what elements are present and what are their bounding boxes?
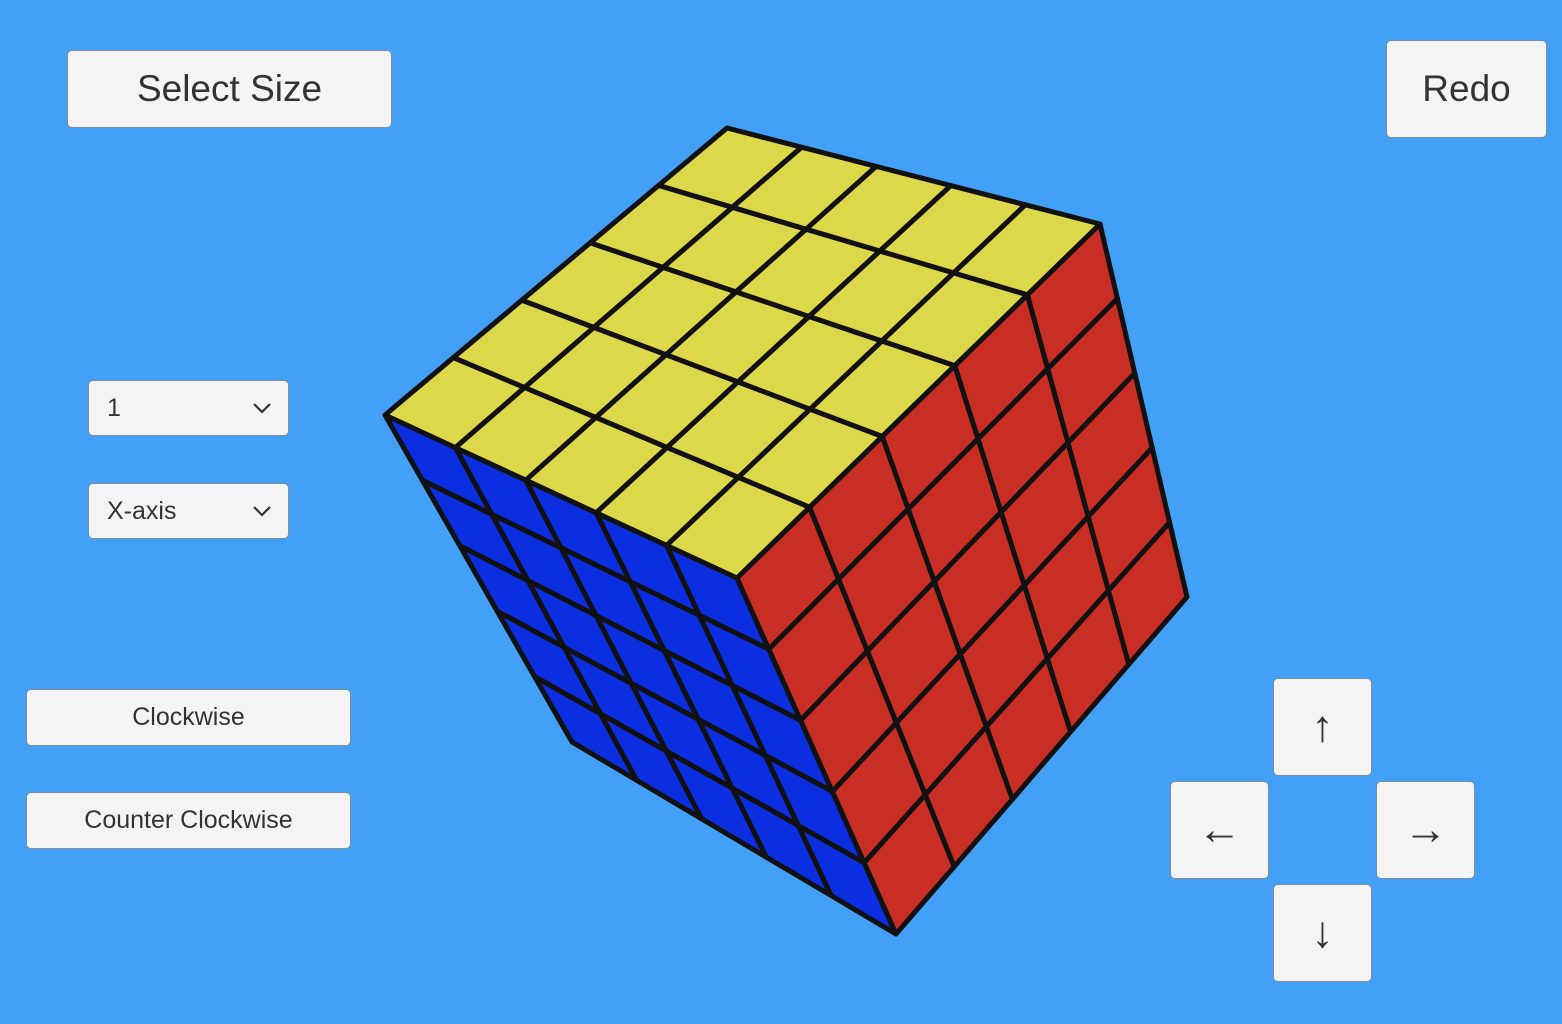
redo-button[interactable]: Redo <box>1386 40 1547 138</box>
clockwise-button[interactable]: Clockwise <box>26 689 351 746</box>
cube-faces <box>382 125 1190 937</box>
select-size-button[interactable]: Select Size <box>67 50 392 128</box>
arrow-up-button[interactable]: ↑ <box>1273 678 1372 776</box>
layer-select-value: 1 <box>107 393 121 422</box>
counter-clockwise-button[interactable]: Counter Clockwise <box>26 792 351 849</box>
layer-select[interactable]: 1 <box>88 380 289 436</box>
axis-select[interactable]: X-axis <box>88 483 289 539</box>
arrow-right-button[interactable]: → <box>1376 781 1475 879</box>
chevron-down-icon <box>252 501 272 521</box>
chevron-down-icon <box>252 398 272 418</box>
axis-select-value: X-axis <box>107 496 177 525</box>
arrow-down-button[interactable]: ↓ <box>1273 884 1372 982</box>
arrow-left-button[interactable]: ← <box>1170 781 1269 879</box>
